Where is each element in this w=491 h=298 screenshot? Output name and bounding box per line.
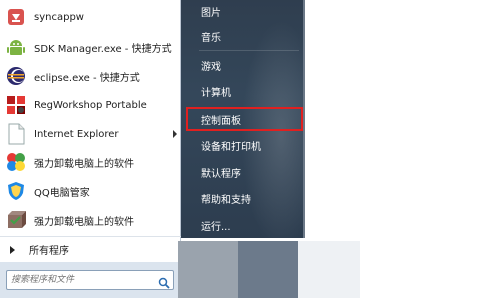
link-label: 计算机 — [201, 87, 231, 99]
link-label: 游戏 — [201, 61, 221, 73]
link-help-support[interactable]: 帮助和支持 — [181, 187, 303, 209]
program-item-regworkshop[interactable]: RegWorkshop Portable — [0, 91, 181, 119]
regworkshop-icon — [4, 93, 28, 117]
all-programs-label: 所有程序 — [29, 246, 69, 257]
link-label: 默认程序 — [201, 168, 241, 180]
link-music[interactable]: 音乐 — [181, 25, 303, 47]
submenu-arrow-icon[interactable] — [173, 130, 177, 138]
start-menu: syncappw SDK Manager.exe - 快捷方式 eclipse.… — [0, 0, 491, 298]
link-label: 音乐 — [201, 32, 221, 44]
shutdown-area — [298, 241, 360, 298]
link-control-panel[interactable]: 控制面板 — [186, 107, 303, 131]
program-item-uninstall[interactable]: 强力卸载电脑上的软件 — [0, 148, 181, 176]
program-label: RegWorkshop Portable — [34, 99, 147, 111]
link-default-programs[interactable]: 默认程序 — [181, 161, 303, 183]
link-games[interactable]: 游戏 — [181, 54, 303, 76]
program-label: 强力卸载电脑上的软件 — [34, 216, 134, 228]
link-label: 帮助和支持 — [201, 194, 251, 206]
syncappw-icon — [4, 5, 28, 29]
android-icon — [4, 35, 28, 59]
uninstall-icon — [4, 150, 28, 174]
divider — [199, 50, 299, 51]
shutdown-area — [178, 241, 238, 298]
link-label: 图片 — [201, 7, 221, 19]
link-run[interactable]: 运行... — [181, 214, 303, 236]
triangle-right-icon — [10, 245, 15, 254]
search-input[interactable] — [11, 272, 151, 288]
search-bar — [0, 262, 181, 298]
program-label: 强力卸载电脑上的软件 — [34, 158, 134, 170]
program-item-internet-explorer[interactable]: Internet Explorer — [0, 120, 181, 148]
eclipse-icon — [4, 64, 28, 88]
link-label: 设备和打印机 — [201, 141, 261, 153]
program-label: Internet Explorer — [34, 128, 119, 140]
program-label: syncappw — [34, 11, 84, 23]
program-item-sdk-manager[interactable]: SDK Manager.exe - 快捷方式 — [0, 33, 181, 61]
link-label: 控制面板 — [201, 115, 241, 127]
link-pictures[interactable]: 图片 — [181, 0, 303, 22]
program-item-qq-guard[interactable]: QQ电脑管家 — [0, 177, 181, 205]
search-icon[interactable] — [158, 274, 170, 289]
program-item-eclipse[interactable]: eclipse.exe - 快捷方式 — [0, 62, 181, 90]
uninstall-box-icon — [4, 208, 28, 232]
all-programs-button[interactable]: 所有程序 — [0, 236, 181, 262]
system-links-pane: 图片 音乐 游戏 计算机 控制面板 设备和打印机 默认程序 帮助和支持 运行..… — [181, 0, 303, 238]
internet-explorer-icon — [4, 122, 28, 146]
search-box[interactable] — [6, 270, 174, 290]
program-label: QQ电脑管家 — [34, 187, 90, 199]
program-item-syncappw[interactable]: syncappw — [0, 3, 181, 31]
link-computer[interactable]: 计算机 — [181, 80, 303, 102]
programs-pane: syncappw SDK Manager.exe - 快捷方式 eclipse.… — [0, 0, 181, 298]
pane-edge — [303, 0, 305, 238]
link-devices-printers[interactable]: 设备和打印机 — [181, 134, 303, 156]
shutdown-area — [238, 241, 298, 298]
link-label: 运行... — [201, 221, 231, 233]
qq-guard-icon — [4, 179, 28, 203]
program-item-uninstall-2[interactable]: 强力卸载电脑上的软件 — [0, 206, 181, 234]
program-label: SDK Manager.exe - 快捷方式 — [34, 43, 172, 55]
program-label: eclipse.exe - 快捷方式 — [34, 72, 140, 84]
